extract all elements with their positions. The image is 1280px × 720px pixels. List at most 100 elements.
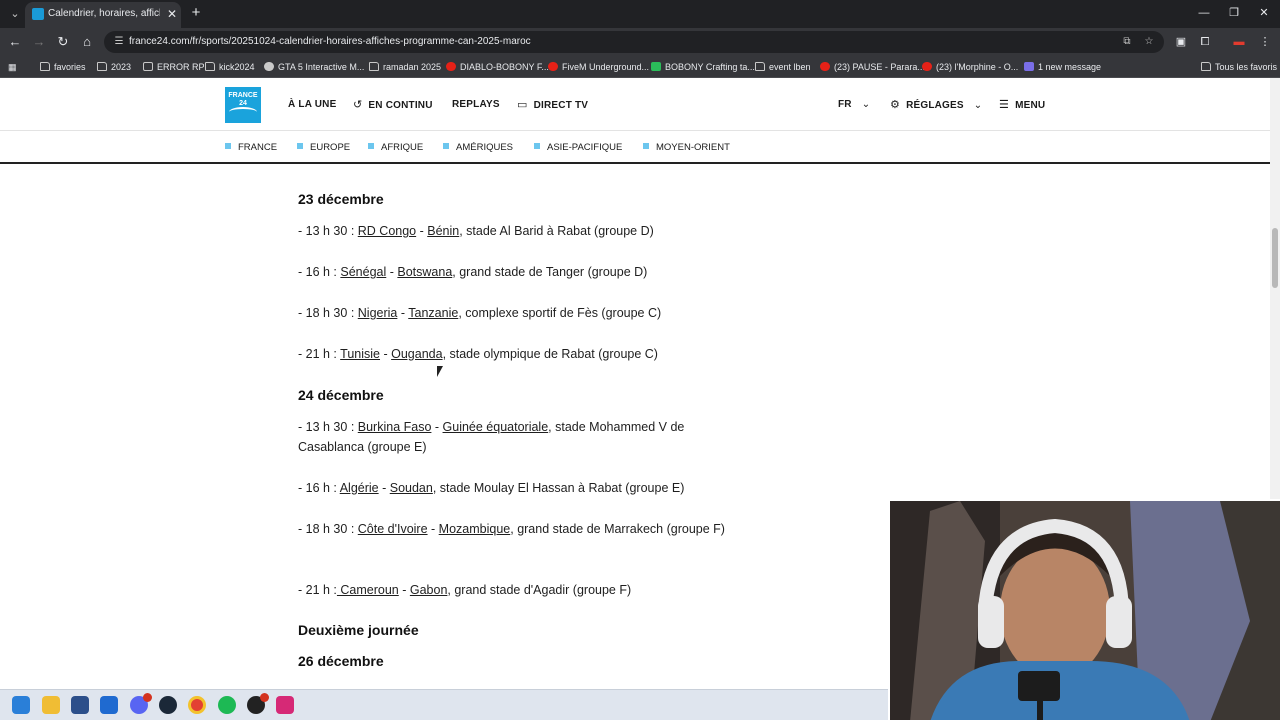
nav-direct-tv[interactable]: ▭ DIRECT TV bbox=[517, 98, 588, 112]
team-link[interactable]: Cameroun bbox=[337, 583, 398, 597]
site-info-icon[interactable]: ☰ bbox=[112, 35, 126, 49]
bookmark-2023[interactable]: 2023 bbox=[97, 60, 131, 74]
spotify-icon[interactable] bbox=[218, 696, 236, 714]
minimize-icon[interactable]: — bbox=[1195, 5, 1213, 21]
obs-icon[interactable] bbox=[247, 693, 269, 714]
section-france[interactable]: FRANCE bbox=[225, 142, 277, 154]
youtube-icon bbox=[548, 62, 558, 71]
back-icon[interactable]: ← bbox=[6, 33, 24, 51]
windows-start-icon[interactable] bbox=[12, 696, 30, 714]
bookmark-favories[interactable]: favories bbox=[40, 60, 86, 74]
bookmark-error-rp[interactable]: ERROR RP bbox=[143, 60, 205, 74]
bookmark-star-icon[interactable]: ☆ bbox=[1142, 35, 1156, 49]
bookmark-morphine[interactable]: (23) l'Morphine - O... bbox=[922, 60, 1018, 74]
match-line: - 16 h : Algérie - Soudan, stade Moulay … bbox=[298, 481, 685, 495]
section-europe[interactable]: EUROPE bbox=[297, 142, 350, 154]
team-link[interactable]: Guinée équatoriale bbox=[443, 420, 549, 434]
all-bookmarks[interactable]: Tous les favoris bbox=[1201, 60, 1277, 74]
match-line: - 18 h 30 : Côte d'Ivoire - Mozambique, … bbox=[298, 522, 725, 536]
folder-icon bbox=[369, 62, 379, 71]
team-link[interactable]: Côte d'Ivoire bbox=[358, 522, 428, 536]
section-ameriques[interactable]: AMÉRIQUES bbox=[443, 142, 513, 154]
browser-tab-bar: ⌄ Calendrier, horaires, affiches : la ✕ … bbox=[0, 0, 1280, 28]
close-tab-icon[interactable]: ✕ bbox=[165, 7, 179, 21]
discord-icon[interactable] bbox=[130, 693, 152, 714]
nav-replays[interactable]: REPLAYS bbox=[452, 98, 500, 112]
team-link[interactable]: Gabon bbox=[410, 583, 448, 597]
address-bar[interactable]: ☰ france24.com/fr/sports/20251024-calend… bbox=[104, 31, 1164, 53]
team-link[interactable]: RD Congo bbox=[358, 224, 416, 238]
team-link[interactable]: Algérie bbox=[340, 481, 379, 495]
team-link[interactable]: Sénégal bbox=[340, 265, 386, 279]
extensions-puzzle-icon[interactable]: ⧠ bbox=[1196, 33, 1214, 51]
home-icon[interactable]: ⌂ bbox=[78, 33, 96, 51]
bookmark-ramadan[interactable]: ramadan 2025 bbox=[369, 60, 441, 74]
github-icon bbox=[264, 62, 274, 71]
bookmark-new-message[interactable]: 1 new message bbox=[1024, 60, 1101, 74]
round-heading: Deuxième journée bbox=[298, 622, 419, 638]
profile-icon[interactable]: ▬ bbox=[1230, 33, 1248, 51]
team-link[interactable]: Tanzanie bbox=[408, 306, 458, 320]
france24-logo[interactable]: FRANCE 24 bbox=[225, 87, 261, 123]
day-heading-26-decembre: 26 décembre bbox=[298, 653, 384, 669]
tv-icon: ▭ bbox=[517, 99, 528, 111]
forward-icon[interactable]: → bbox=[30, 33, 48, 51]
browser-menu-icon[interactable]: ⋮ bbox=[1256, 33, 1274, 51]
webcam-overlay bbox=[888, 499, 1280, 720]
reload-icon[interactable]: ↻ bbox=[54, 33, 72, 51]
folder-icon bbox=[97, 62, 107, 71]
folder-icon bbox=[205, 62, 215, 71]
team-link[interactable]: Burkina Faso bbox=[358, 420, 432, 434]
install-app-icon[interactable]: ⧉ bbox=[1120, 35, 1134, 49]
team-link[interactable]: Bénin bbox=[427, 224, 459, 238]
match-line: - 13 h 30 : RD Congo - Bénin, stade Al B… bbox=[298, 224, 654, 238]
chevron-down-icon: ⌄ bbox=[861, 99, 871, 110]
outlook-icon[interactable] bbox=[100, 696, 118, 714]
file-explorer-icon[interactable] bbox=[42, 696, 60, 714]
youtube-icon bbox=[922, 62, 932, 71]
folder-icon bbox=[1201, 62, 1211, 71]
chrome-icon[interactable] bbox=[188, 696, 206, 714]
store-icon[interactable] bbox=[71, 696, 89, 714]
team-link[interactable]: Botswana bbox=[397, 265, 452, 279]
team-link[interactable]: Ouganda bbox=[391, 347, 442, 361]
maximize-icon[interactable]: ❐ bbox=[1225, 5, 1243, 21]
bookmark-diablo-bobony[interactable]: DIABLO-BOBONY F... bbox=[446, 60, 549, 74]
team-link[interactable]: Tunisie bbox=[340, 347, 380, 361]
language-select[interactable]: FR ⌄ bbox=[838, 98, 870, 112]
youtube-icon bbox=[446, 62, 456, 71]
settings-button[interactable]: ⚙ RÉGLAGES ⌄ bbox=[890, 98, 982, 112]
bookmark-gta5[interactable]: GTA 5 Interactive M... bbox=[264, 60, 364, 74]
section-asie-pacifique[interactable]: ASIE-PACIFIQUE bbox=[534, 142, 622, 154]
close-window-icon[interactable]: ✕ bbox=[1255, 5, 1273, 21]
new-tab-icon[interactable]: + bbox=[188, 5, 204, 21]
article-body: 23 décembre - 13 h 30 : RD Congo - Bénin… bbox=[298, 164, 738, 689]
sheets-icon bbox=[651, 62, 661, 71]
menu-button[interactable]: ☰ MENU bbox=[999, 98, 1045, 112]
match-line: - 21 h : Tunisie - Ouganda, stade olympi… bbox=[298, 347, 658, 361]
team-link[interactable]: Nigeria bbox=[358, 306, 398, 320]
match-line: - 18 h 30 : Nigeria - Tanzanie, complexe… bbox=[298, 306, 662, 320]
url-text[interactable]: france24.com/fr/sports/20251024-calendri… bbox=[129, 36, 531, 50]
steam-icon[interactable] bbox=[159, 696, 177, 714]
chevron-down-icon: ⌄ bbox=[973, 100, 983, 111]
instagram-icon[interactable] bbox=[276, 696, 294, 714]
apps-grid-icon[interactable]: ▦ bbox=[8, 60, 17, 74]
extension-icon[interactable]: ▣ bbox=[1172, 33, 1190, 51]
team-link[interactable]: Mozambique bbox=[439, 522, 511, 536]
bookmark-pause[interactable]: (23) PAUSE - Parara... bbox=[820, 60, 925, 74]
active-tab[interactable]: Calendrier, horaires, affiches : la ✕ bbox=[25, 2, 181, 28]
bookmark-fivem[interactable]: FiveM Underground... bbox=[548, 60, 649, 74]
match-line: - 16 h : Sénégal - Botswana, grand stade… bbox=[298, 265, 648, 279]
nav-a-la-une[interactable]: À LA UNE bbox=[288, 98, 336, 112]
bookmark-kick2024[interactable]: kick2024 bbox=[205, 60, 255, 74]
team-link[interactable]: Soudan bbox=[390, 481, 433, 495]
bookmark-event-lben[interactable]: event lben bbox=[755, 60, 811, 74]
tab-search-icon[interactable]: ⌄ bbox=[6, 5, 24, 23]
section-afrique[interactable]: AFRIQUE bbox=[368, 142, 423, 154]
scrollbar-thumb[interactable] bbox=[1272, 228, 1278, 288]
day-heading-23-decembre: 23 décembre bbox=[298, 191, 384, 207]
section-moyen-orient[interactable]: MOYEN-ORIENT bbox=[643, 142, 730, 154]
nav-en-continu[interactable]: ↺ EN CONTINU bbox=[353, 98, 433, 112]
bookmark-bobony-crafting[interactable]: BOBONY Crafting ta... bbox=[651, 60, 755, 74]
